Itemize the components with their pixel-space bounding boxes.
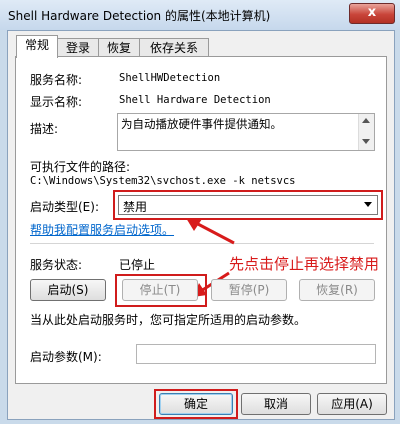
general-panel: 服务名称: ShellHWDetection 显示名称: Shell Hardw…	[15, 56, 387, 384]
service-status-label: 服务状态:	[30, 258, 83, 272]
tab-logon-label: 登录	[65, 41, 90, 55]
description-label: 描述:	[30, 122, 59, 136]
display-name-value: Shell Hardware Detection	[119, 94, 271, 106]
stop-button-highlight: 停止(T)	[115, 274, 207, 307]
service-name-value: ShellHWDetection	[119, 72, 221, 84]
scroll-down-icon[interactable]	[362, 139, 370, 144]
tab-recovery-label: 恢复	[106, 41, 131, 55]
window-title: Shell Hardware Detection 的属性(本地计算机)	[8, 9, 271, 23]
dialog-body: 常规 登录 恢复 依存关系 服务名称: ShellHWDetection 显示名…	[7, 30, 395, 420]
tab-general-label: 常规	[24, 38, 49, 52]
display-name-label: 显示名称:	[30, 95, 83, 109]
ok-button[interactable]: 确定	[159, 393, 233, 415]
tab-logon[interactable]: 登录	[57, 38, 99, 57]
apply-button[interactable]: 应用(A)	[317, 393, 387, 415]
path-label: 可执行文件的路径:	[30, 160, 131, 174]
description-box[interactable]: 为自动播放硬件事件提供通知。	[117, 113, 375, 151]
start-params-label: 启动参数(M):	[30, 350, 102, 364]
chevron-down-icon[interactable]	[364, 202, 372, 207]
tab-general[interactable]: 常规	[16, 35, 58, 58]
annotation-note: 先点击停止再选择禁用	[229, 255, 380, 273]
close-icon: x	[367, 5, 377, 20]
service-status-value: 已停止	[119, 258, 156, 272]
tab-recovery[interactable]: 恢复	[98, 38, 140, 57]
start-button[interactable]: 启动(S)	[30, 279, 106, 301]
annotation-arrow-up-icon	[186, 218, 235, 245]
close-button[interactable]: x	[349, 3, 395, 24]
stop-button[interactable]: 停止(T)	[122, 279, 198, 301]
help-configure-link[interactable]: 帮助我配置服务启动选项。	[30, 221, 174, 238]
title-bar: Shell Hardware Detection 的属性(本地计算机) x	[0, 0, 400, 30]
ok-button-highlight: 确定	[154, 389, 238, 419]
resume-button[interactable]: 恢复(R)	[299, 279, 375, 301]
description-scrollbar[interactable]	[358, 114, 374, 150]
scroll-up-icon[interactable]	[362, 118, 370, 123]
path-value: C:\Windows\System32\svchost.exe -k netsv…	[30, 175, 296, 187]
startup-type-highlight: 禁用	[113, 190, 383, 220]
start-params-input[interactable]	[136, 344, 376, 364]
tab-dependencies[interactable]: 依存关系	[139, 38, 209, 57]
pause-button[interactable]: 暂停(P)	[211, 279, 287, 301]
service-name-label: 服务名称:	[30, 73, 83, 87]
tab-dependencies-label: 依存关系	[149, 41, 198, 55]
startup-type-value: 禁用	[123, 200, 148, 214]
description-text: 为自动播放硬件事件提供通知。	[121, 117, 282, 131]
start-params-hint: 当从此处启动服务时，您可指定所适用的启动参数。	[30, 313, 307, 327]
startup-type-label: 启动类型(E):	[30, 200, 99, 214]
cancel-button[interactable]: 取消	[241, 393, 311, 415]
startup-type-select[interactable]: 禁用	[118, 195, 378, 215]
